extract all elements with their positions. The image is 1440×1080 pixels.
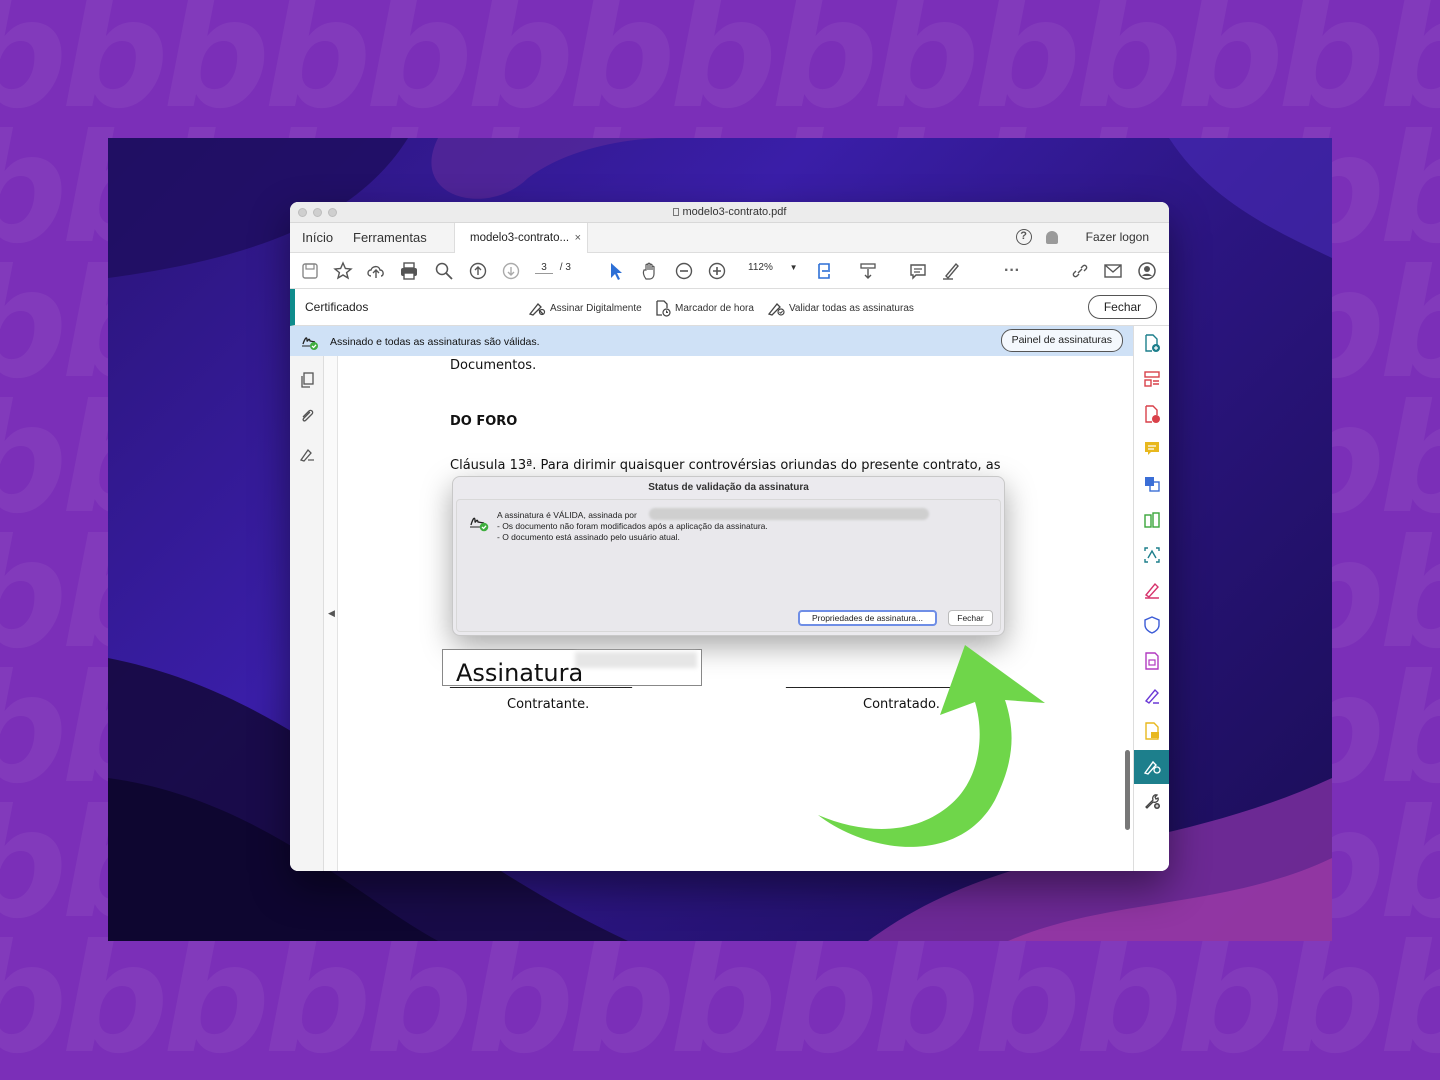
tabbar-right: ? Fazer logon bbox=[1015, 229, 1149, 245]
title-bar: modelo3-contrato.pdf bbox=[290, 202, 1169, 223]
protect-shield-icon[interactable] bbox=[1143, 616, 1161, 634]
timestamp-icon bbox=[656, 300, 671, 317]
main-toolbar: 3 / 3 112% ▼ ··· bbox=[290, 253, 1169, 289]
fill-sign-icon[interactable] bbox=[1143, 581, 1161, 599]
account-icon[interactable] bbox=[1137, 261, 1157, 281]
dialog-content: A assinatura é VÁLIDA, assinada por - Os… bbox=[456, 499, 1001, 632]
certificates-bar: Certificados Assinar Digitalmente Marcad… bbox=[290, 289, 1169, 326]
more-options-icon[interactable]: ··· bbox=[1002, 261, 1022, 281]
prepare-form-icon[interactable] bbox=[1143, 652, 1161, 670]
page-total: / 3 bbox=[559, 262, 571, 273]
vertical-scrollbar[interactable] bbox=[1125, 750, 1130, 830]
doc-heading-foro: DO FORO bbox=[450, 414, 518, 429]
left-panel-collapse[interactable]: ◀ bbox=[324, 356, 338, 871]
dialog-close-button[interactable]: Fechar bbox=[948, 610, 993, 626]
signature-panel-button[interactable]: Painel de assinaturas bbox=[1000, 329, 1123, 352]
hand-tool-icon[interactable] bbox=[640, 261, 660, 281]
redacted-signer-name bbox=[649, 508, 929, 520]
login-link[interactable]: Fazer logon bbox=[1086, 230, 1149, 244]
tab-home[interactable]: Início bbox=[302, 230, 333, 245]
combine-files-icon[interactable] bbox=[1143, 475, 1161, 493]
help-icon[interactable]: ? bbox=[1015, 229, 1032, 245]
share-link-icon[interactable] bbox=[1070, 261, 1090, 281]
validate-all-label: Validar todas as assinaturas bbox=[789, 302, 914, 314]
comment-icon[interactable] bbox=[908, 261, 928, 281]
send-comments-icon[interactable] bbox=[1143, 722, 1161, 740]
signature-validation-dialog: Status de validação da assinatura A assi… bbox=[452, 476, 1005, 636]
doc-contratante: Contratante. bbox=[507, 697, 590, 712]
more-tools-wrench-icon[interactable] bbox=[1143, 792, 1161, 810]
comment-tool-icon[interactable] bbox=[1143, 440, 1161, 458]
save-icon[interactable] bbox=[300, 261, 320, 281]
create-pdf-icon[interactable] bbox=[1143, 334, 1161, 352]
tab-tools[interactable]: Ferramentas bbox=[353, 230, 427, 245]
right-tools-rail bbox=[1133, 326, 1169, 871]
valid-signature-icon bbox=[470, 517, 489, 532]
zoom-in-icon[interactable] bbox=[707, 261, 727, 281]
zoom-value: 112% bbox=[748, 262, 773, 273]
tab-document-label: modelo3-contrato... bbox=[470, 232, 570, 244]
pages-icon[interactable] bbox=[299, 372, 315, 388]
highlight-pen-icon[interactable] bbox=[941, 261, 961, 281]
page-fit-icon[interactable] bbox=[815, 261, 835, 281]
compare-files-icon[interactable] bbox=[1143, 511, 1161, 529]
page-down-icon[interactable] bbox=[501, 261, 521, 281]
signatures-panel-icon[interactable] bbox=[299, 446, 315, 462]
doc-line-documentos: Documentos. bbox=[450, 358, 537, 373]
signature-field-text: Assinatura bbox=[456, 659, 584, 687]
chevron-down-icon: ▼ bbox=[789, 263, 798, 272]
left-navigation-rail bbox=[290, 356, 324, 871]
close-certificates-button[interactable]: Fechar bbox=[1088, 295, 1157, 319]
pattern-row: bbbbbbbbbbbbbbb bbox=[0, 913, 1440, 1080]
export-pdf-icon[interactable] bbox=[1143, 405, 1161, 423]
scroll-mode-icon[interactable] bbox=[858, 261, 878, 281]
close-tab-icon[interactable]: × bbox=[575, 232, 581, 244]
select-pointer-icon[interactable] bbox=[606, 261, 626, 281]
green-curved-arrow-icon bbox=[818, 645, 1045, 847]
cloud-upload-icon[interactable] bbox=[366, 261, 386, 281]
window-title-text: modelo3-contrato.pdf bbox=[682, 206, 787, 218]
window-title: modelo3-contrato.pdf bbox=[290, 206, 1169, 218]
page-up-icon[interactable] bbox=[468, 261, 488, 281]
certificates-tool-active[interactable] bbox=[1134, 750, 1169, 784]
organize-pages-icon[interactable] bbox=[1143, 370, 1161, 388]
document-icon bbox=[672, 208, 679, 216]
validate-all-button[interactable]: Validar todas as assinaturas bbox=[767, 300, 914, 316]
doc-clause-13: Cláusula 13ª. Para dirimir quaisquer con… bbox=[450, 458, 1001, 473]
certificates-label: Certificados bbox=[305, 300, 369, 314]
request-signature-icon[interactable] bbox=[1143, 687, 1161, 705]
signature-valid-icon bbox=[302, 337, 318, 350]
timestamp-label: Marcador de hora bbox=[675, 303, 754, 314]
print-icon[interactable] bbox=[399, 261, 419, 281]
sign-pen-icon bbox=[528, 303, 546, 316]
certificates-tool-icon bbox=[1143, 760, 1161, 775]
zoom-select[interactable]: 112% ▼ bbox=[748, 262, 798, 273]
page-indicator: 3 / 3 bbox=[535, 262, 571, 274]
attachment-icon[interactable] bbox=[299, 408, 315, 424]
tab-bar: Início Ferramentas modelo3-contrato... ×… bbox=[290, 223, 1169, 253]
scan-enhance-icon[interactable] bbox=[1143, 546, 1161, 564]
sign-digitally-button[interactable]: Assinar Digitalmente bbox=[528, 300, 642, 316]
redacted-signature-area bbox=[575, 652, 697, 668]
page-number-input[interactable]: 3 bbox=[535, 262, 553, 274]
signature-status-bar: Assinado e todas as assinaturas são váli… bbox=[290, 326, 1133, 356]
dialog-title: Status de validação da assinatura bbox=[648, 482, 809, 493]
chevron-left-icon: ◀ bbox=[328, 608, 335, 618]
zoom-out-icon[interactable] bbox=[674, 261, 694, 281]
search-zoom-icon[interactable] bbox=[434, 261, 454, 281]
validate-signature-icon bbox=[767, 303, 785, 316]
sign-digitally-label: Assinar Digitalmente bbox=[550, 302, 642, 314]
star-icon[interactable] bbox=[333, 261, 353, 281]
signature-field[interactable]: Assinatura bbox=[442, 649, 702, 687]
email-icon[interactable] bbox=[1103, 261, 1123, 281]
notifications-bell-icon[interactable] bbox=[1045, 230, 1058, 244]
signature-properties-button[interactable]: Propriedades de assinatura... bbox=[798, 610, 937, 626]
signature-status-text: Assinado e todas as assinaturas são váli… bbox=[330, 336, 540, 348]
timestamp-button[interactable]: Marcador de hora bbox=[655, 300, 754, 317]
tab-document[interactable]: modelo3-contrato... × bbox=[454, 223, 588, 253]
dialog-line-signed-by-user: - O documento está assinado pelo usuário… bbox=[497, 532, 680, 542]
dialog-line-unmodified: - Os documento não foram modificados apó… bbox=[497, 521, 768, 531]
